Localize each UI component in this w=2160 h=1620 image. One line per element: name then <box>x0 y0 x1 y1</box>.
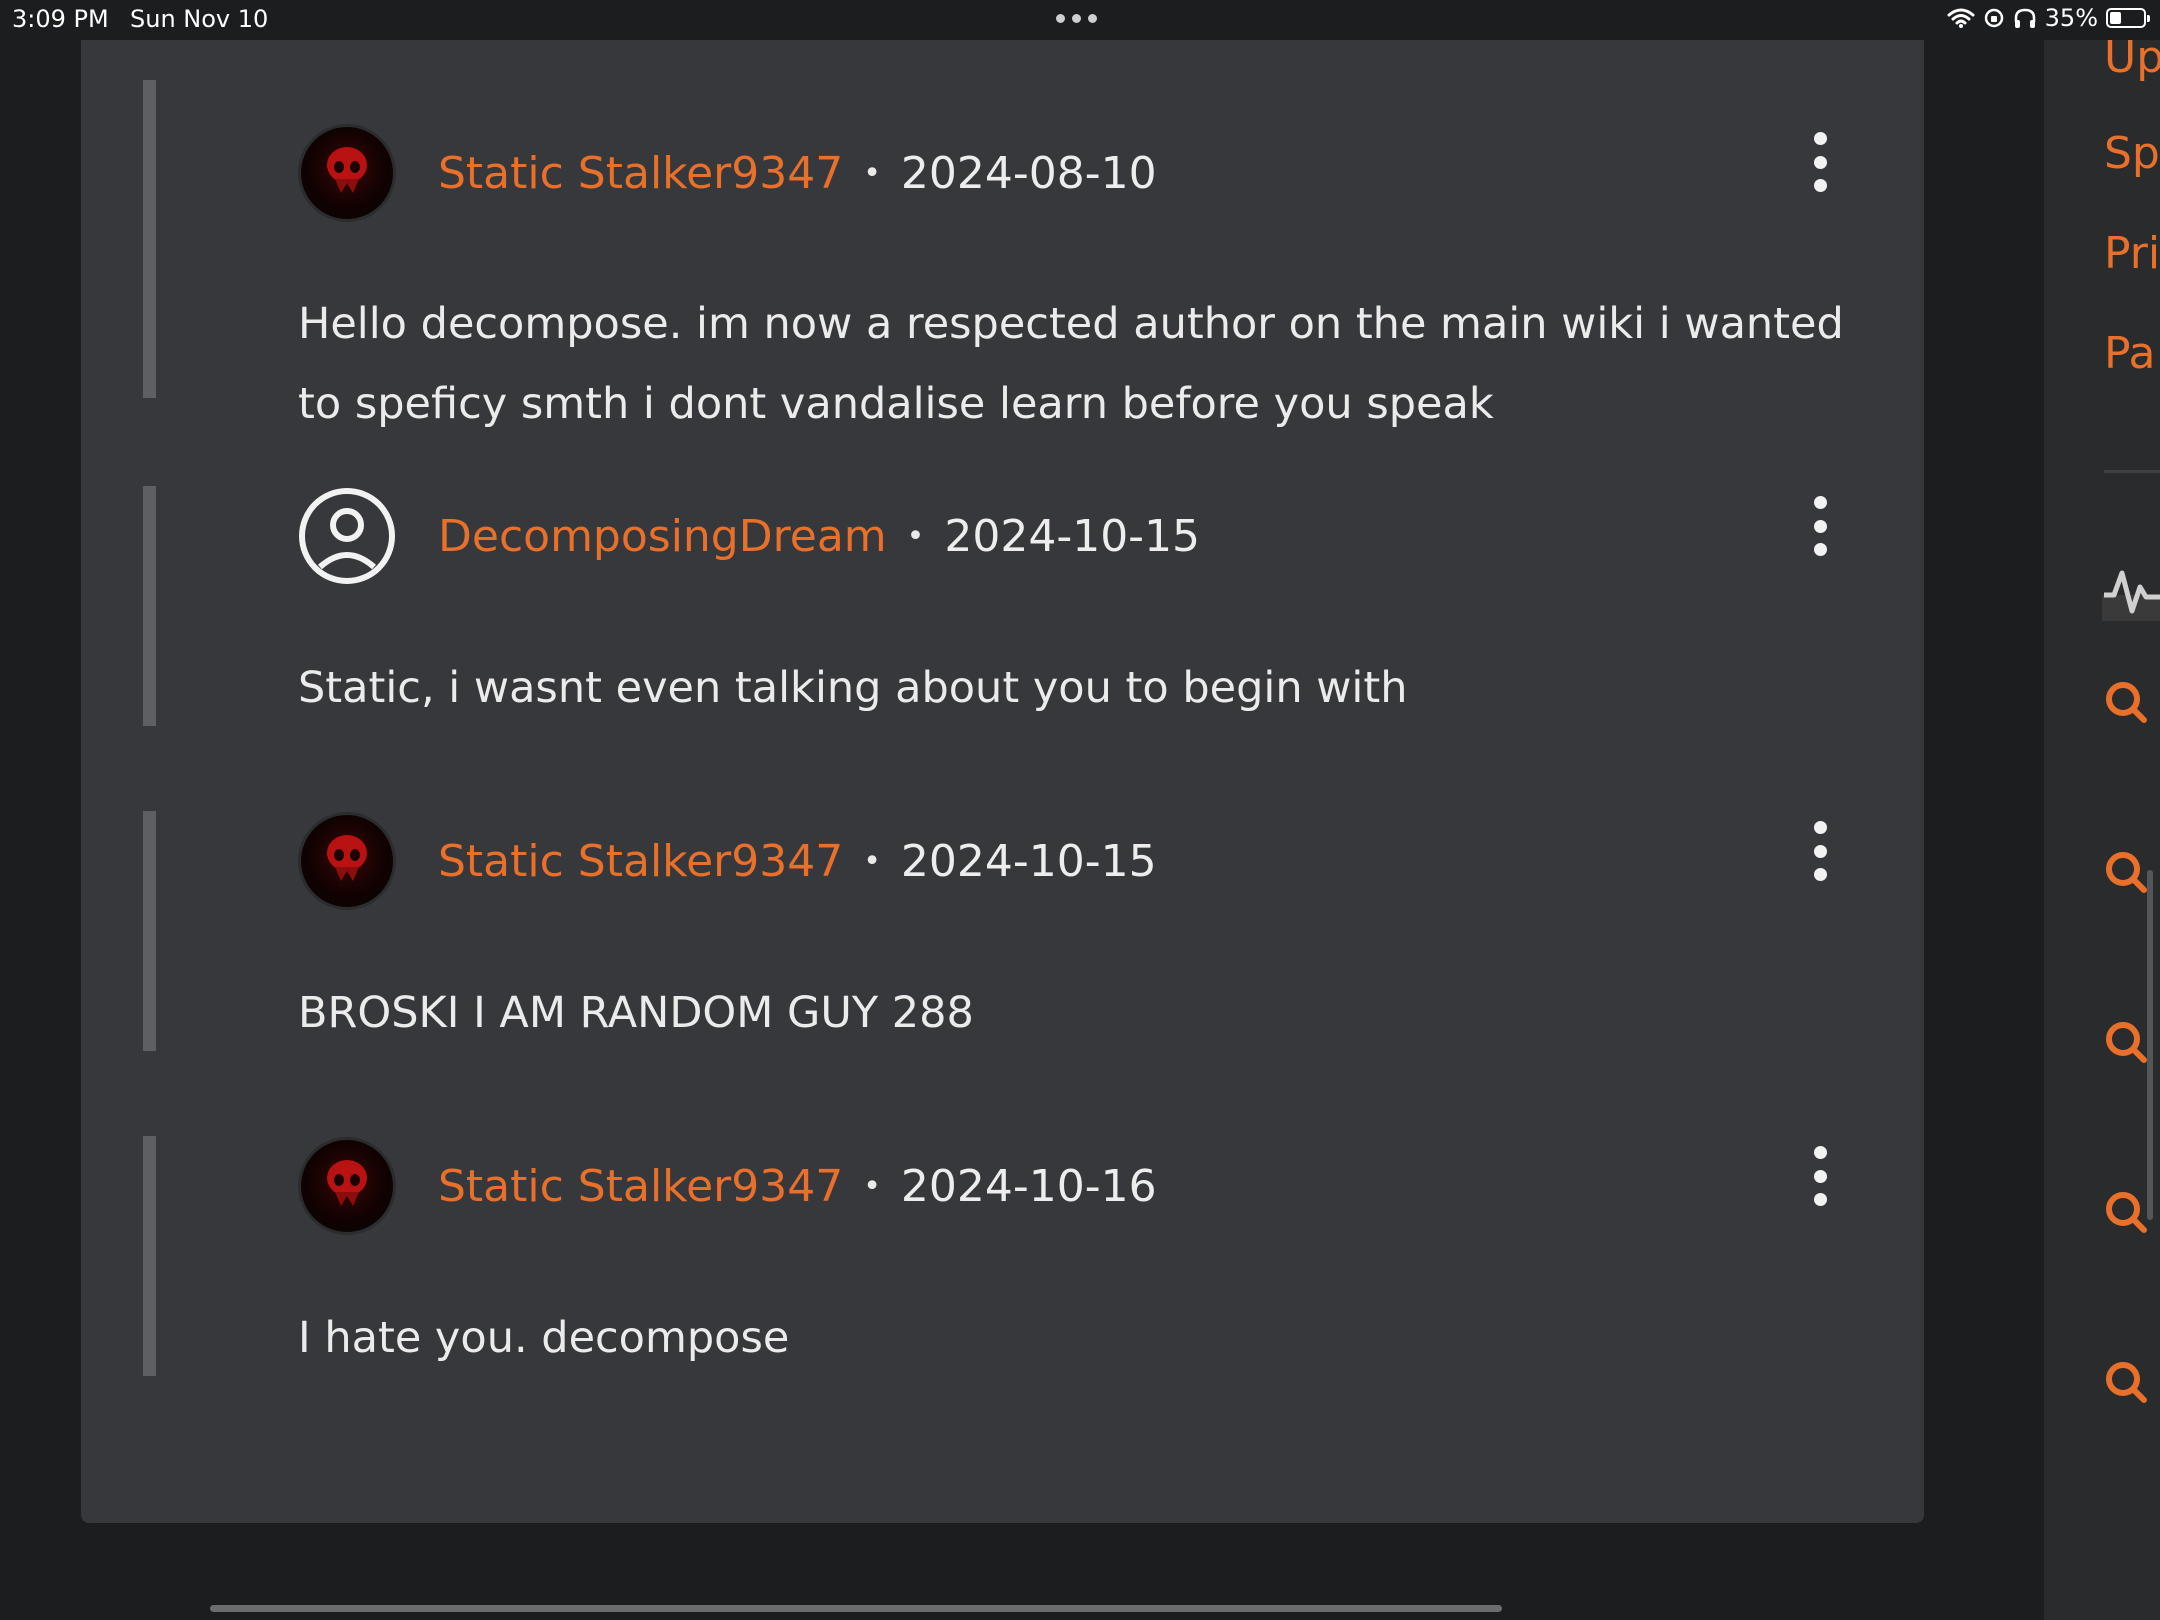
sidebar-scrollbar[interactable] <box>2147 870 2153 1220</box>
username-link[interactable]: Static Stalker9347 <box>438 836 843 887</box>
comment-body: Hello decompose. im now a respected auth… <box>298 299 1844 429</box>
multitasking-dots-icon[interactable] <box>1056 14 1097 23</box>
comments-panel: Static Stalker9347 • 2024-08-10 Hello de… <box>81 40 1924 1523</box>
avatar[interactable] <box>298 812 396 910</box>
username-link[interactable]: DecomposingDream <box>438 511 887 562</box>
sidebar-link[interactable]: Sp <box>2104 128 2160 179</box>
separator: • <box>863 155 881 191</box>
status-bar: 3:09 PM Sun Nov 10 35% <box>0 0 2160 40</box>
comment-date: 2024-10-15 <box>944 510 1201 562</box>
comment-date: 2024-10-15 <box>900 835 1157 887</box>
red-skull-avatar-icon <box>327 1160 367 1206</box>
red-skull-avatar-icon <box>327 147 367 193</box>
thread-line <box>143 1136 156 1376</box>
headphones-icon <box>2014 8 2035 28</box>
sidebar-link[interactable]: Pri <box>2104 228 2160 279</box>
more-options-icon[interactable] <box>1807 1146 1833 1206</box>
separator: • <box>906 518 925 554</box>
comment-header: Static Stalker9347 • 2024-08-10 <box>298 123 1157 223</box>
orientation-lock-icon <box>1984 8 2003 28</box>
separator: • <box>863 1168 881 1204</box>
default-user-avatar-icon <box>299 488 395 584</box>
comment: Static Stalker9347 • 2024-08-10 Hello de… <box>143 80 1863 429</box>
comment-date: 2024-08-10 <box>900 147 1157 199</box>
status-time: 3:09 PM <box>12 5 109 33</box>
thread-line <box>143 486 156 726</box>
comment: Static Stalker9347 • 2024-10-15 BROSKI I… <box>143 811 1863 1051</box>
thread-line <box>143 811 156 1051</box>
avatar[interactable] <box>298 124 396 222</box>
thread-line <box>143 80 156 398</box>
more-options-icon[interactable] <box>1807 496 1833 556</box>
comment: DecomposingDream • 2024-10-15 Static, i … <box>143 486 1863 726</box>
comment-body: Static, i wasnt even talking about you t… <box>298 663 1408 713</box>
activity-icon <box>2102 570 2160 621</box>
battery-percent: 35% <box>2044 4 2098 32</box>
status-date: Sun Nov 10 <box>130 5 269 33</box>
screen: 3:09 PM Sun Nov 10 35% Static Stalker934… <box>0 0 2160 1620</box>
more-options-icon[interactable] <box>1807 132 1833 192</box>
more-options-icon[interactable] <box>1807 821 1833 881</box>
comment-header: DecomposingDream • 2024-10-15 <box>298 486 1200 586</box>
sidebar-link[interactable]: Pa <box>2104 328 2156 379</box>
comment-header: Static Stalker9347 • 2024-10-16 <box>298 1136 1157 1236</box>
sidebar-divider <box>2104 470 2160 473</box>
battery-icon <box>2106 8 2150 28</box>
search-icon[interactable] <box>2104 1020 2148 1064</box>
status-indicators: 35% <box>1947 4 2150 32</box>
comment: Static Stalker9347 • 2024-10-16 I hate y… <box>143 1136 1863 1376</box>
avatar[interactable] <box>298 1137 396 1235</box>
search-icon[interactable] <box>2104 1360 2148 1404</box>
username-link[interactable]: Static Stalker9347 <box>438 148 843 199</box>
search-icon[interactable] <box>2104 680 2148 724</box>
search-icon[interactable] <box>2104 850 2148 894</box>
comment-date: 2024-10-16 <box>900 1160 1157 1212</box>
wifi-icon <box>1947 8 1975 28</box>
avatar[interactable] <box>298 487 396 585</box>
right-sidebar: Up Sp Pri Pa <box>2044 32 2160 1620</box>
separator: • <box>863 843 881 879</box>
home-indicator[interactable] <box>210 1605 1502 1612</box>
comment-body: BROSKI I AM RANDOM GUY 288 <box>298 988 974 1038</box>
search-icon[interactable] <box>2104 1190 2148 1234</box>
username-link[interactable]: Static Stalker9347 <box>438 1161 843 1212</box>
comment-header: Static Stalker9347 • 2024-10-15 <box>298 811 1157 911</box>
sidebar-link[interactable]: Up <box>2104 32 2160 83</box>
red-skull-avatar-icon <box>327 835 367 881</box>
comment-body: I hate you. decompose <box>298 1313 790 1363</box>
